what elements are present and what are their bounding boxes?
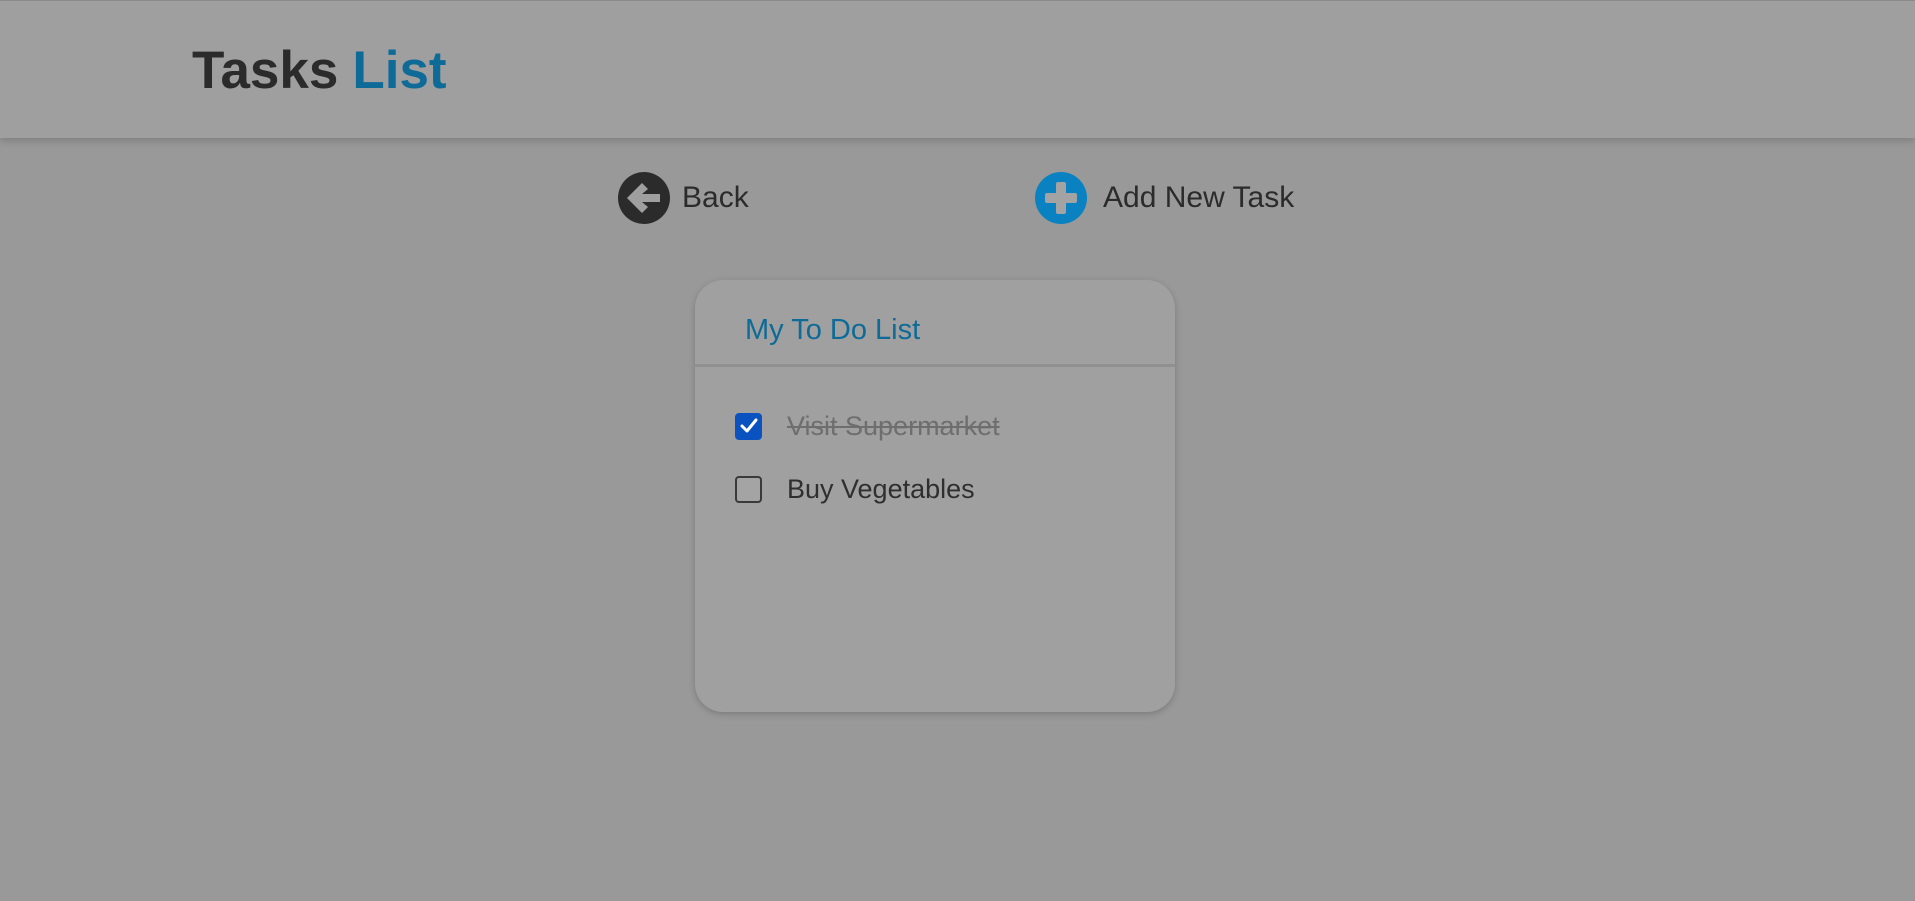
app-header: Tasks List [0,0,1915,138]
task-checkbox-unchecked[interactable] [735,475,762,503]
todo-card-title: My To Do List [745,314,921,346]
app-title: Tasks List [192,41,447,101]
arrow-left-circle-icon [618,172,670,224]
back-button-label: Back [682,181,749,214]
task-item: Buy Vegetables [735,469,975,509]
task-item: Visit Supermarket [735,406,1000,446]
back-button[interactable]: Back [618,172,749,224]
add-new-task-label: Add New Task [1103,181,1295,214]
task-label: Buy Vegetables [787,474,975,504]
checkmark-icon [740,418,757,433]
plus-circle-icon [1035,172,1087,224]
add-new-task-button[interactable]: Add New Task [1035,172,1294,224]
task-label: Visit Supermarket [787,411,1000,441]
card-divider [695,364,1175,367]
todo-card: My To Do List Visit Supermarket Buy Vege… [695,280,1175,712]
app-title-word-list: List [352,41,447,100]
app-title-word-tasks: Tasks [192,41,339,100]
task-checkbox-checked[interactable] [735,412,762,440]
